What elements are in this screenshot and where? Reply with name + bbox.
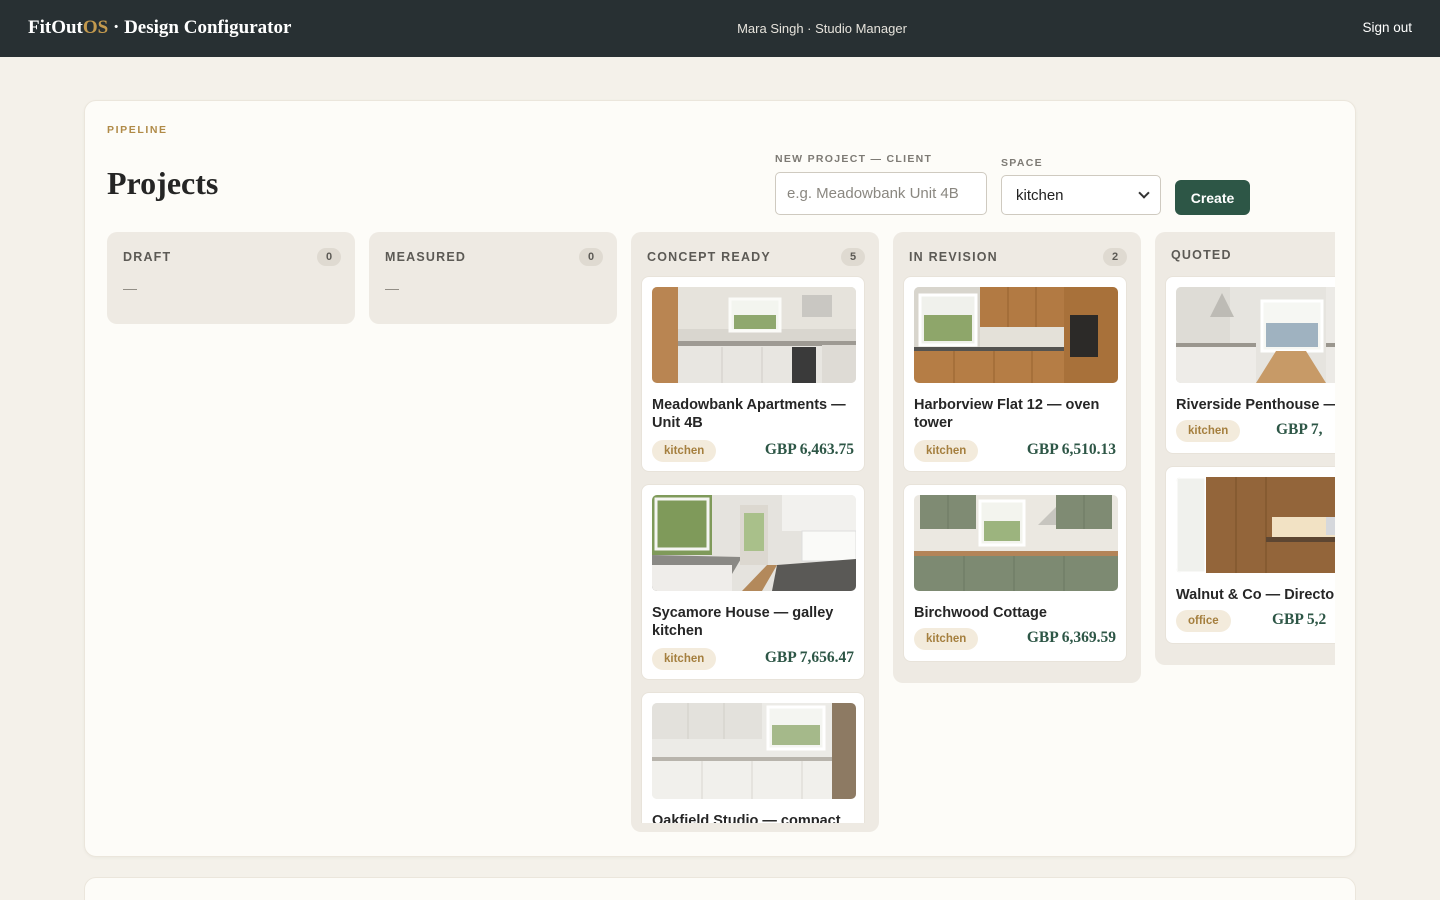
- project-price: GBP 7,656.47: [764, 649, 854, 666]
- space-tag: office: [1176, 610, 1231, 632]
- space-tag: kitchen: [652, 648, 717, 670]
- client-field-label: NEW PROJECT — CLIENT: [775, 153, 933, 165]
- space-select-value: kitchen: [1016, 186, 1064, 204]
- column-title: QUOTED: [1171, 248, 1232, 262]
- column-header: IN REVISION 2: [909, 248, 1127, 266]
- section-eyebrow: PIPELINE: [107, 124, 168, 136]
- column-count-badge: 2: [1103, 248, 1127, 266]
- space-tag: kitchen: [914, 440, 979, 462]
- kanban-board: DRAFT 0 — MEASURED 0 — CONCEPT READY 5 M…: [107, 232, 1335, 856]
- brand-subtitle: · Design Configurator: [108, 17, 292, 38]
- project-card[interactable]: Meadowbank Apartments — Unit 4B kitchen …: [641, 276, 865, 472]
- column-count-badge: 0: [317, 248, 341, 266]
- column-title: MEASURED: [385, 250, 467, 264]
- project-price: GBP 5,2: [1272, 611, 1327, 628]
- space-field-label: SPACE: [1001, 157, 1043, 169]
- column-concept-ready: CONCEPT READY 5 Meadowbank Apartments — …: [631, 232, 879, 832]
- project-card[interactable]: Sycamore House — galley kitchen kitchen …: [641, 484, 865, 680]
- office-photo: [1176, 477, 1335, 573]
- brand-accent: OS: [82, 17, 109, 38]
- sign-out-link[interactable]: Sign out: [1362, 20, 1412, 35]
- project-name: Sycamore House — galley kitchen: [652, 605, 834, 639]
- kitchen-photo: [1176, 287, 1335, 383]
- project-name: Oakfield Studio — compact: [652, 813, 841, 823]
- project-price: GBP 6,369.59: [1026, 629, 1116, 646]
- column-header: MEASURED 0: [385, 248, 603, 266]
- client-name-input[interactable]: [775, 172, 987, 215]
- kitchen-photo: [914, 287, 1118, 383]
- app-brand: FitOutOS · Design Configurator: [28, 17, 291, 39]
- empty-placeholder: —: [385, 280, 399, 296]
- project-card[interactable]: Riverside Penthouse — kitchen GBP 7,: [1165, 276, 1335, 454]
- kitchen-photo: [914, 495, 1118, 591]
- chevron-down-icon: [1138, 187, 1150, 199]
- project-card[interactable]: Oakfield Studio — compact: [641, 692, 865, 823]
- space-select[interactable]: kitchen: [1001, 175, 1161, 215]
- column-measured: MEASURED 0 —: [369, 232, 617, 324]
- column-in-revision: IN REVISION 2 Harborview Flat 12 — oven …: [893, 232, 1141, 683]
- project-name: Meadowbank Apartments — Unit 4B: [652, 397, 846, 431]
- column-quoted: QUOTED Riverside Penthouse — kitchen GBP…: [1155, 232, 1335, 665]
- secondary-panel: [84, 877, 1356, 900]
- kitchen-photo: [652, 287, 856, 383]
- kitchen-photo: [652, 703, 856, 799]
- column-draft: DRAFT 0 —: [107, 232, 355, 324]
- column-header: QUOTED: [1171, 248, 1335, 262]
- project-name: Walnut & Co — Director: [1176, 587, 1335, 603]
- space-tag: kitchen: [652, 440, 717, 462]
- top-navigation-bar: FitOutOS · Design Configurator Mara Sing…: [0, 0, 1440, 57]
- brand-main: FitOut: [28, 17, 83, 38]
- project-name: Harborview Flat 12 — oven tower: [914, 397, 1100, 431]
- create-project-button[interactable]: Create: [1175, 180, 1250, 215]
- kitchen-photo: [652, 495, 856, 591]
- project-price: GBP 6,510.13: [1026, 441, 1116, 458]
- space-tag: kitchen: [914, 628, 979, 650]
- column-header: DRAFT 0: [123, 248, 341, 266]
- page-title: Projects: [107, 165, 219, 201]
- column-title: IN REVISION: [909, 250, 998, 264]
- project-card[interactable]: Birchwood Cottage kitchen GBP 6,369.59: [903, 484, 1127, 662]
- project-price: GBP 6,463.75: [764, 441, 854, 458]
- project-card[interactable]: Walnut & Co — Director office GBP 5,2: [1165, 466, 1335, 644]
- column-scroll-area[interactable]: Meadowbank Apartments — Unit 4B kitchen …: [631, 232, 879, 823]
- column-count-badge: 0: [579, 248, 603, 266]
- empty-placeholder: —: [123, 280, 137, 296]
- project-card[interactable]: Harborview Flat 12 — oven tower kitchen …: [903, 276, 1127, 472]
- space-tag: kitchen: [1176, 420, 1241, 442]
- column-title: DRAFT: [123, 250, 172, 264]
- projects-panel: PIPELINE Projects NEW PROJECT — CLIENT S…: [84, 100, 1356, 857]
- project-name: Riverside Penthouse —: [1176, 397, 1335, 413]
- project-price: GBP 7,: [1276, 421, 1323, 438]
- project-name: Birchwood Cottage: [914, 605, 1047, 621]
